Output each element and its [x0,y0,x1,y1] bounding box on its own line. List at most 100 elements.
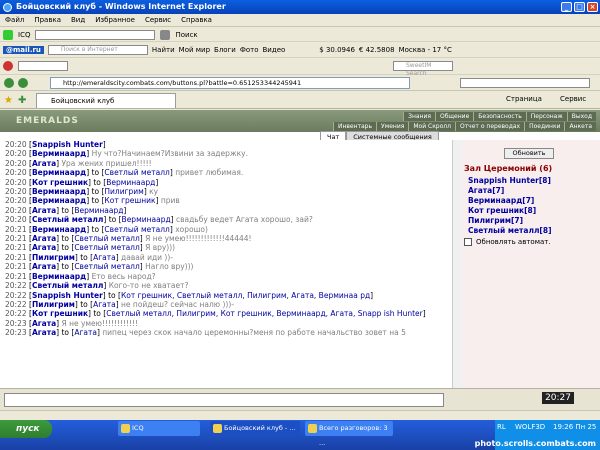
chat-recipient[interactable]: Светлый металл, Пилигрим, Кот грешник, В… [106,309,423,318]
nav-transfers[interactable]: Отчет о переводах [454,122,525,131]
chat-recipient[interactable]: Светлый металл [104,225,169,234]
menu-tools[interactable]: Сервис [140,14,176,27]
autoupdate-checkbox[interactable] [464,238,472,246]
user-list-item[interactable]: Пилигрим[7] [468,216,552,226]
taskbar-chat[interactable]: Всего разговоров: 3 ... [305,421,393,447]
page-menu[interactable]: Страница [506,95,542,103]
forward-icon[interactable] [18,78,28,88]
chat-author[interactable]: Светлый металл [32,281,103,290]
nav-knowledge[interactable]: Знания [403,112,435,121]
chat-recipient[interactable]: Светлый металл [74,243,139,252]
chat-author[interactable]: Кот грешник [32,178,88,187]
chat-recipient[interactable]: Светлый металл [104,168,169,177]
chat-author[interactable]: Агата [32,262,56,271]
tray-clock[interactable]: 19:26 Пн 25 [553,423,596,431]
chat-author[interactable]: Пилигрим [32,300,75,309]
photo-button[interactable]: Фото [240,46,259,54]
chat-author[interactable]: Snappish Hunter [32,140,103,149]
url-input[interactable]: http://emeraldscity.combats.com/buttons.… [50,77,410,89]
taskbar-ie[interactable]: Бойцовский клуб - ... [210,421,300,436]
chat-author[interactable]: Верминаард [32,225,86,234]
icq-button[interactable]: ICQ [18,31,30,39]
menu-favorites[interactable]: Избранное [90,14,140,27]
chat-text: Кого-то не хватает? [108,281,189,291]
chat-recipient[interactable]: Агата [74,328,97,337]
chat-author[interactable]: Агата [32,319,56,328]
chat-author[interactable]: Верминаард [32,272,86,281]
icq-search-input[interactable] [35,29,156,40]
chat-author[interactable]: Верминаард [32,168,86,177]
find-button[interactable]: Найти [152,46,175,54]
user-list-item[interactable]: Snappish Hunter[8] [468,176,552,186]
menu-view[interactable]: Вид [66,14,90,27]
chat-input[interactable] [4,393,444,407]
autoupdate-row: Обновлять автомат. [464,238,551,246]
blogs-button[interactable]: Блоги [214,46,236,54]
nav-skills[interactable]: Умения [376,122,409,131]
minimize-button[interactable]: _ [561,2,572,12]
chat-author[interactable]: Агата [32,328,56,337]
chat-scrollbar[interactable] [452,140,462,398]
chat-author[interactable]: Пилигрим [32,253,75,262]
taskbar-icq[interactable]: ICQ [118,421,200,436]
chat-author[interactable]: Snappish Hunter [32,291,103,300]
nav-profile[interactable]: Анкета [564,122,596,131]
chat-recipient[interactable]: Верминаард [106,178,155,187]
nav-fights[interactable]: Поединки [524,122,565,131]
chat-recipient[interactable]: Кот грешник [104,196,155,205]
menu-file[interactable]: Файл [0,14,29,27]
menu-help[interactable]: Справка [176,14,217,27]
nav-my-scroll[interactable]: Мой Скролл [408,122,455,131]
chat-recipient[interactable]: Агата [93,253,116,262]
chat-author[interactable]: Верминаард [32,187,86,196]
sweetim-dropdown[interactable] [18,61,68,71]
chat-author[interactable]: Кот грешник [32,309,88,318]
chat-author[interactable]: Агата [32,159,56,168]
nav-communication[interactable]: Общение [434,112,474,121]
chat-author[interactable]: Агата [32,206,56,215]
nav-inventory[interactable]: Инвентарь [332,122,377,131]
chat-recipient[interactable]: Кот грешник, Светлый металл, Пилигрим, А… [121,291,370,300]
game-bottom-bar: 20:27 [0,388,600,410]
chat-author[interactable]: Верминаард [32,149,86,158]
user-list-item[interactable]: Кот грешник[8] [468,206,552,216]
mailru-search-input[interactable]: Поиск в Интернет [47,44,148,55]
chat-recipient[interactable]: Пилигрим [104,187,143,196]
chat-text: Ну что?Начинаем?Извини за задержку. [91,149,248,159]
chat-text: свадьбу ведет Агата хорошо, зай? [175,215,313,225]
room-panel: Обновить Зал Церемоний (6) Snappish Hunt… [462,140,600,398]
chat-time: 20:23 [5,328,27,338]
chat-recipient[interactable]: Светлый металл [74,262,139,271]
back-icon[interactable] [4,78,14,88]
mymir-button[interactable]: Мой мир [179,46,210,54]
nav-security[interactable]: Безопасность [473,112,526,121]
video-button[interactable]: Видео [263,46,286,54]
live-search-input[interactable] [460,78,590,88]
maximize-button[interactable]: □ [574,2,585,12]
chat-author[interactable]: Верминаард [32,196,86,205]
favorites-star-icon[interactable]: ★ [4,95,13,106]
menu-edit[interactable]: Правка [29,14,66,27]
tools-menu[interactable]: Сервис [560,95,586,103]
chat-author[interactable]: Светлый металл [32,215,103,224]
start-button[interactable]: пуск [0,420,52,438]
chat-author[interactable]: Агата [32,243,56,252]
nav-character[interactable]: Персонаж [525,112,567,121]
chat-recipient[interactable]: Агата [93,300,116,309]
user-list-item[interactable]: Агата[7] [468,186,552,196]
mailru-logo[interactable]: @mail.ru [3,45,44,54]
nav-exit[interactable]: Выход [566,112,596,121]
user-list-item[interactable]: Верминаард[7] [468,196,552,206]
refresh-button[interactable]: Обновить [504,148,554,159]
chat-recipient[interactable]: Светлый металл [74,234,139,243]
close-button[interactable]: × [587,2,598,12]
chat-recipient[interactable]: Верминаард [74,206,123,215]
icq-search-button[interactable]: Поиск [175,31,197,39]
chat-author[interactable]: Агата [32,234,56,243]
user-list-item[interactable]: Светлый металл[8] [468,226,552,236]
tab-fight-club[interactable]: Бойцовский клуб [36,93,176,108]
sweetim-search-input[interactable]: SweetIM Search [393,61,453,77]
add-favorite-icon[interactable]: ✚ [18,95,26,106]
lang-indicator[interactable]: RL [497,423,506,431]
chat-recipient[interactable]: Верминаард [122,215,171,224]
